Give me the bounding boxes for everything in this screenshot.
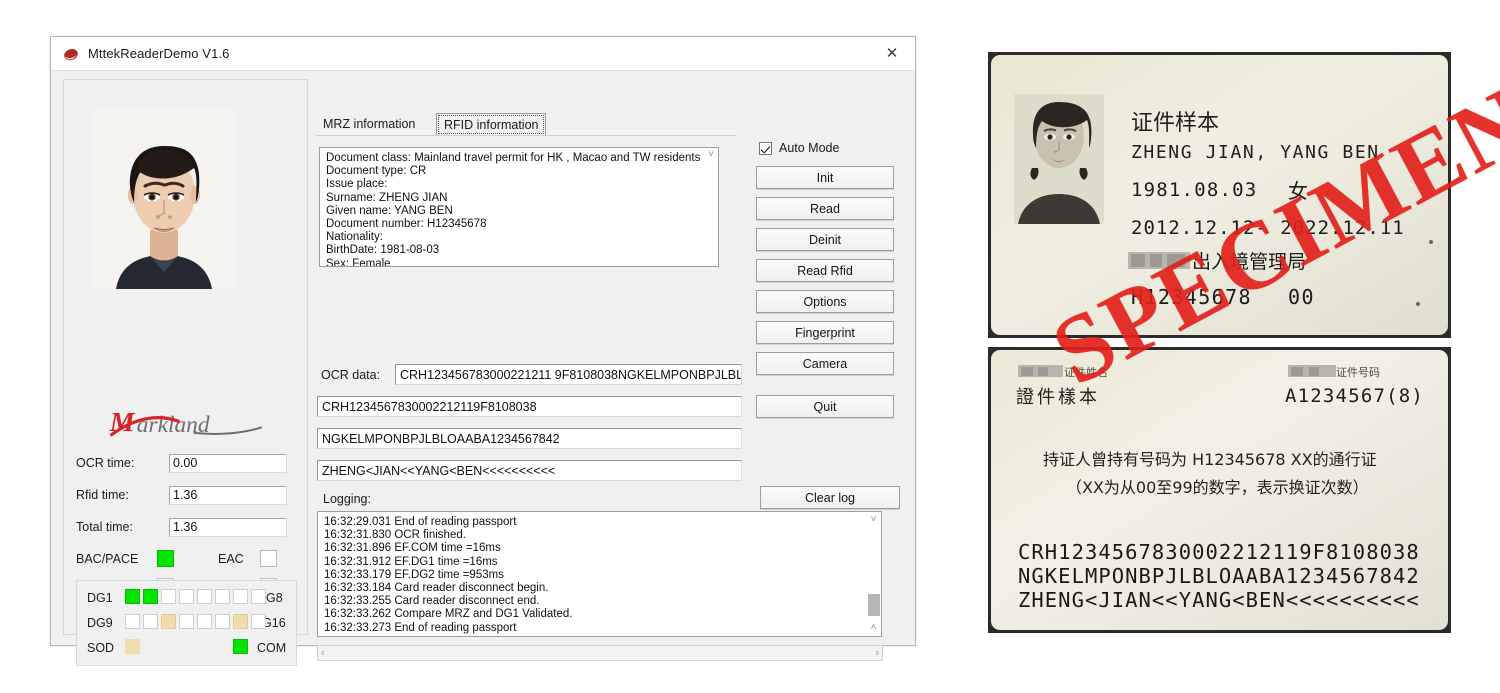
title-bar: MttekReaderDemo V1.6 ✕ — [51, 37, 915, 71]
markland-logo: M arkland — [104, 405, 274, 441]
window-client-area: M arkland OCR time: 0.00 Rfid time: 1.36… — [51, 71, 915, 666]
mrz-line3-input[interactable]: ZHENG<JIAN<<YANG<BEN<<<<<<<<<< — [317, 460, 742, 481]
svg-text:NGKELMPONBPJLBLOAABA1234567842: NGKELMPONBPJLBLOAABA1234567842 — [1018, 564, 1420, 588]
total-time-value[interactable]: 1.36 — [169, 518, 287, 537]
svg-text:证件样本: 证件样本 — [1131, 111, 1219, 136]
com-label: COM — [257, 641, 287, 655]
quit-button[interactable]: Quit — [756, 395, 894, 418]
logging-horizontal-scrollbar[interactable]: ‹ › — [317, 645, 883, 661]
tab-mrz-information[interactable]: MRZ information — [316, 113, 422, 136]
ocr-data-label: OCR data: — [321, 368, 381, 382]
dg-cell-13 — [197, 614, 212, 629]
svg-text:00: 00 — [1288, 285, 1315, 309]
tab-strip: MRZ information RFID information — [316, 113, 736, 137]
svg-text:CRH1234567830002212119F8108038: CRH1234567830002212119F8108038 — [1018, 540, 1420, 564]
logging-textarea[interactable]: 16:32:29.031 End of reading passport 16:… — [317, 511, 866, 637]
dg-cell-5 — [197, 589, 212, 604]
chevron-up-icon[interactable]: ˅ — [708, 150, 714, 266]
logging-text: 16:32:29.031 End of reading passport 16:… — [324, 516, 573, 634]
dg-cell-15 — [233, 614, 248, 629]
read-button[interactable]: Read — [756, 197, 894, 220]
portrait-photo — [94, 106, 234, 289]
close-icon[interactable]: ✕ — [869, 37, 915, 70]
mrz-line2-input[interactable]: NGKELMPONBPJLBLOAABA1234567842 — [317, 428, 742, 449]
rfid-information-textarea[interactable]: Document class: Mainland travel permit f… — [319, 147, 704, 267]
rfid-time-label: Rfid time: — [76, 488, 129, 502]
dg-cell-7 — [233, 589, 248, 604]
mrz-line1-input[interactable]: CRH1234567830002212119F8108038 — [317, 396, 742, 417]
screenshot-root: MttekReaderDemo V1.6 ✕ M arkland OCR tim… — [0, 0, 1500, 693]
svg-text:证件号码: 证件号码 — [1336, 366, 1380, 379]
app-logo-icon — [63, 46, 79, 62]
document-back-image: 证件姓名 证件号码 證件樣本 A1234567(8) 持证人曾持有号码为 H12… — [988, 347, 1451, 633]
rfid-time-value[interactable]: 1.36 — [169, 486, 287, 505]
chevron-right-icon[interactable]: › — [872, 647, 882, 659]
svg-text:2012.12.12- 2022.12.11: 2012.12.12- 2022.12.11 — [1131, 217, 1405, 239]
svg-text:1981.08.03: 1981.08.03 — [1131, 179, 1257, 201]
dg-cell-2 — [143, 589, 158, 604]
svg-text:出入境管理局: 出入境管理局 — [1192, 251, 1306, 273]
dg-cell-16 — [251, 614, 266, 629]
svg-text:（XX为从00至99的数字，表示换证次数）: （XX为从00至99的数字，表示换证次数） — [1066, 478, 1369, 497]
svg-text:A1234567(8): A1234567(8) — [1285, 385, 1424, 407]
chevron-left-icon[interactable]: ‹ — [318, 647, 328, 659]
eac-indicator — [260, 550, 277, 567]
bac-pace-indicator — [157, 550, 174, 567]
read-rfid-button[interactable]: Read Rfid — [756, 259, 894, 282]
com-cell — [233, 639, 248, 654]
dg-cell-1 — [125, 589, 140, 604]
dg-cell-11 — [161, 614, 176, 629]
bac-pace-label: BAC/PACE — [76, 552, 139, 566]
svg-text:證件樣本: 證件樣本 — [1016, 387, 1100, 408]
chevron-up-icon[interactable]: ˅ — [871, 512, 877, 528]
init-button[interactable]: Init — [756, 166, 894, 189]
ocr-data-input[interactable]: CRH123456783000221211 9F8108038NGKELMPON… — [395, 364, 742, 385]
dg-cell-8 — [251, 589, 266, 604]
window-title: MttekReaderDemo V1.6 — [88, 46, 230, 61]
dg-indicator-grid: DG1 DG8 DG9 DG16 SOD COM — [76, 580, 297, 666]
camera-button[interactable]: Camera — [756, 352, 894, 375]
scrollbar-thumb[interactable] — [868, 594, 880, 616]
svg-text:ZHENG<JIAN<<YANG<BEN<<<<<<<<<<: ZHENG<JIAN<<YANG<BEN<<<<<<<<<< — [1018, 588, 1420, 612]
options-button[interactable]: Options — [756, 290, 894, 313]
auto-mode-checkbox[interactable] — [759, 141, 772, 155]
dg1-label: DG1 — [87, 591, 113, 605]
logging-label: Logging: — [323, 492, 371, 506]
auto-mode-label: Auto Mode — [779, 141, 840, 155]
svg-text:持证人曾持有号码为 H12345678 XX的通行证: 持证人曾持有号码为 H12345678 XX的通行证 — [1043, 450, 1377, 469]
rfid-information-text: Document class: Mainland travel permit f… — [326, 152, 701, 267]
svg-text:女: 女 — [1288, 179, 1308, 203]
eac-label: EAC — [218, 552, 244, 566]
sod-label: SOD — [87, 641, 115, 655]
ocr-time-value[interactable]: 0.00 — [169, 454, 287, 473]
dg-cell-6 — [215, 589, 230, 604]
dg-cell-10 — [143, 614, 158, 629]
total-time-label: Total time: — [76, 520, 133, 534]
dg9-label: DG9 — [87, 616, 113, 630]
rfid-information-scrollbar[interactable]: ˅ — [704, 147, 719, 267]
dg-cell-14 — [215, 614, 230, 629]
dg-cell-4 — [179, 589, 194, 604]
auto-mode-row[interactable]: Auto Mode — [759, 141, 839, 155]
app-window: MttekReaderDemo V1.6 ✕ M arkland OCR tim… — [50, 36, 916, 666]
fingerprint-button[interactable]: Fingerprint — [756, 321, 894, 344]
document-front-image: 证件样本 ZHENG JIAN, YANG BEN 1981.08.03 女 2… — [988, 52, 1451, 338]
deinit-button[interactable]: Deinit — [756, 228, 894, 251]
svg-text:ZHENG JIAN, YANG BEN: ZHENG JIAN, YANG BEN — [1131, 142, 1380, 163]
sod-cell — [125, 639, 140, 654]
clear-log-button[interactable]: Clear log — [760, 486, 900, 509]
ocr-time-label: OCR time: — [76, 456, 135, 470]
svg-text:证件姓名: 证件姓名 — [1064, 365, 1108, 379]
svg-text:H12345678: H12345678 — [1131, 285, 1252, 309]
dg-cell-3 — [161, 589, 176, 604]
tab-rfid-information[interactable]: RFID information — [436, 113, 547, 136]
logging-vertical-scrollbar[interactable]: ˅ ˄ — [866, 511, 882, 637]
tab-underline — [316, 135, 736, 136]
left-panel: M arkland OCR time: 0.00 Rfid time: 1.36… — [63, 79, 308, 666]
chevron-down-icon[interactable]: ˄ — [871, 620, 877, 636]
dg-cell-12 — [179, 614, 194, 629]
dg-cell-9 — [125, 614, 140, 629]
